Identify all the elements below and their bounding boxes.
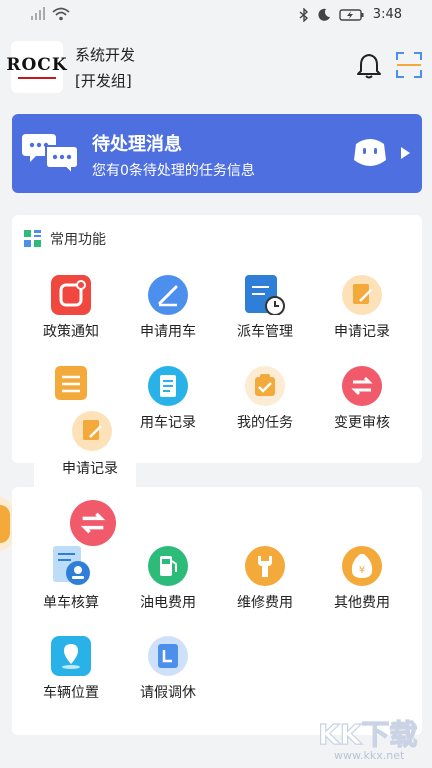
signal-icon: [31, 7, 45, 20]
drag-change-review-icon[interactable]: [70, 500, 116, 546]
repair-icon: [245, 546, 285, 586]
company-name: 系统开发: [75, 46, 136, 64]
other-fee-icon: ¥: [342, 546, 382, 586]
task-icon: [245, 366, 285, 406]
svg-text:KK下载: KK下载: [318, 718, 417, 751]
drag-apply-record-icon[interactable]: [72, 411, 112, 451]
item-policy-notice[interactable]: 政策通知: [26, 275, 116, 341]
grid-icon: [24, 230, 41, 247]
bell-icon[interactable]: [355, 52, 383, 80]
item-label: 变更审核: [334, 415, 390, 431]
item-label: 油电费用: [140, 595, 196, 611]
item-label: 其他费用: [334, 595, 390, 611]
svg-text:www.kkx.net: www.kkx.net: [334, 749, 405, 762]
item-single-car-accounting[interactable]: 单车核算: [26, 546, 116, 612]
item-my-task[interactable]: 我的任务: [220, 366, 310, 432]
logo-underline: [18, 77, 56, 79]
banner-subtitle: 您有0条待处理的任务信息: [92, 163, 255, 179]
fuel-icon: [148, 546, 188, 586]
policy-icon: [51, 275, 91, 315]
group-name: [开发组]: [75, 72, 132, 90]
svg-text:¥: ¥: [359, 565, 365, 576]
wifi-icon: [52, 7, 70, 21]
item-label: 单车核算: [43, 595, 99, 611]
drag-ghost-tab: [0, 505, 10, 543]
item-repair-fees[interactable]: 维修费用: [220, 546, 310, 612]
header: ROCK 系统开发 [开发组]: [0, 34, 432, 100]
item-apply-car[interactable]: 申请用车: [123, 275, 213, 341]
bluetooth-icon: [299, 7, 308, 22]
item-label: 我的任务: [237, 415, 293, 431]
battery-icon: [339, 8, 364, 21]
item-fuel-electric-fees[interactable]: 油电费用: [123, 546, 213, 612]
apply-record-icon: [342, 275, 382, 315]
doc-icon: [55, 366, 87, 400]
scan-icon[interactable]: [396, 52, 422, 78]
item-leave-request[interactable]: 请假调休: [123, 636, 213, 702]
item-label: 用车记录: [140, 415, 196, 431]
dispatch-icon: [245, 275, 285, 315]
company-logo: ROCK: [6, 41, 67, 93]
leave-icon: [148, 636, 188, 676]
status-time: 3:48: [372, 7, 402, 22]
chat-bubbles-icon: [22, 134, 79, 174]
item-label: 派车管理: [237, 324, 293, 340]
item-apply-record[interactable]: 申请记录: [317, 275, 407, 341]
pending-messages-banner[interactable]: 待处理消息 您有0条待处理的任务信息: [12, 114, 422, 193]
robot-face-icon: [354, 139, 386, 166]
item-label: 请假调休: [140, 685, 196, 701]
logo-text: ROCK: [6, 55, 68, 75]
item-label: 申请记录: [334, 324, 390, 340]
section-header: 常用功能: [24, 229, 106, 249]
location-icon: [51, 636, 91, 676]
item-change-review[interactable]: 变更审核: [317, 366, 407, 432]
moon-icon: [318, 8, 330, 21]
drag-item-label: 申请记录: [62, 461, 118, 477]
item-label: 政策通知: [43, 324, 99, 340]
change-review-icon: [342, 366, 382, 406]
item-other-fees[interactable]: ¥ 其他费用: [317, 546, 407, 612]
chevron-right-icon[interactable]: [399, 146, 411, 160]
section-title: 常用功能: [50, 232, 106, 248]
car-record-icon: [148, 366, 188, 406]
item-car-record[interactable]: 用车记录: [123, 366, 213, 432]
accounting-icon: [53, 546, 90, 585]
banner-title: 待处理消息: [92, 134, 182, 155]
item-dispatch-management[interactable]: 派车管理: [220, 275, 310, 341]
status-bar: 3:48: [0, 0, 432, 30]
item-label: 申请用车: [140, 324, 196, 340]
kk-watermark-logo: KK下载 www.kkx.net: [317, 717, 418, 762]
item-label: 维修费用: [237, 595, 293, 611]
item-doc[interactable]: [26, 366, 116, 412]
apply-car-icon: [148, 275, 188, 315]
item-label: 车辆位置: [43, 685, 99, 701]
item-vehicle-location[interactable]: 车辆位置: [26, 636, 116, 702]
